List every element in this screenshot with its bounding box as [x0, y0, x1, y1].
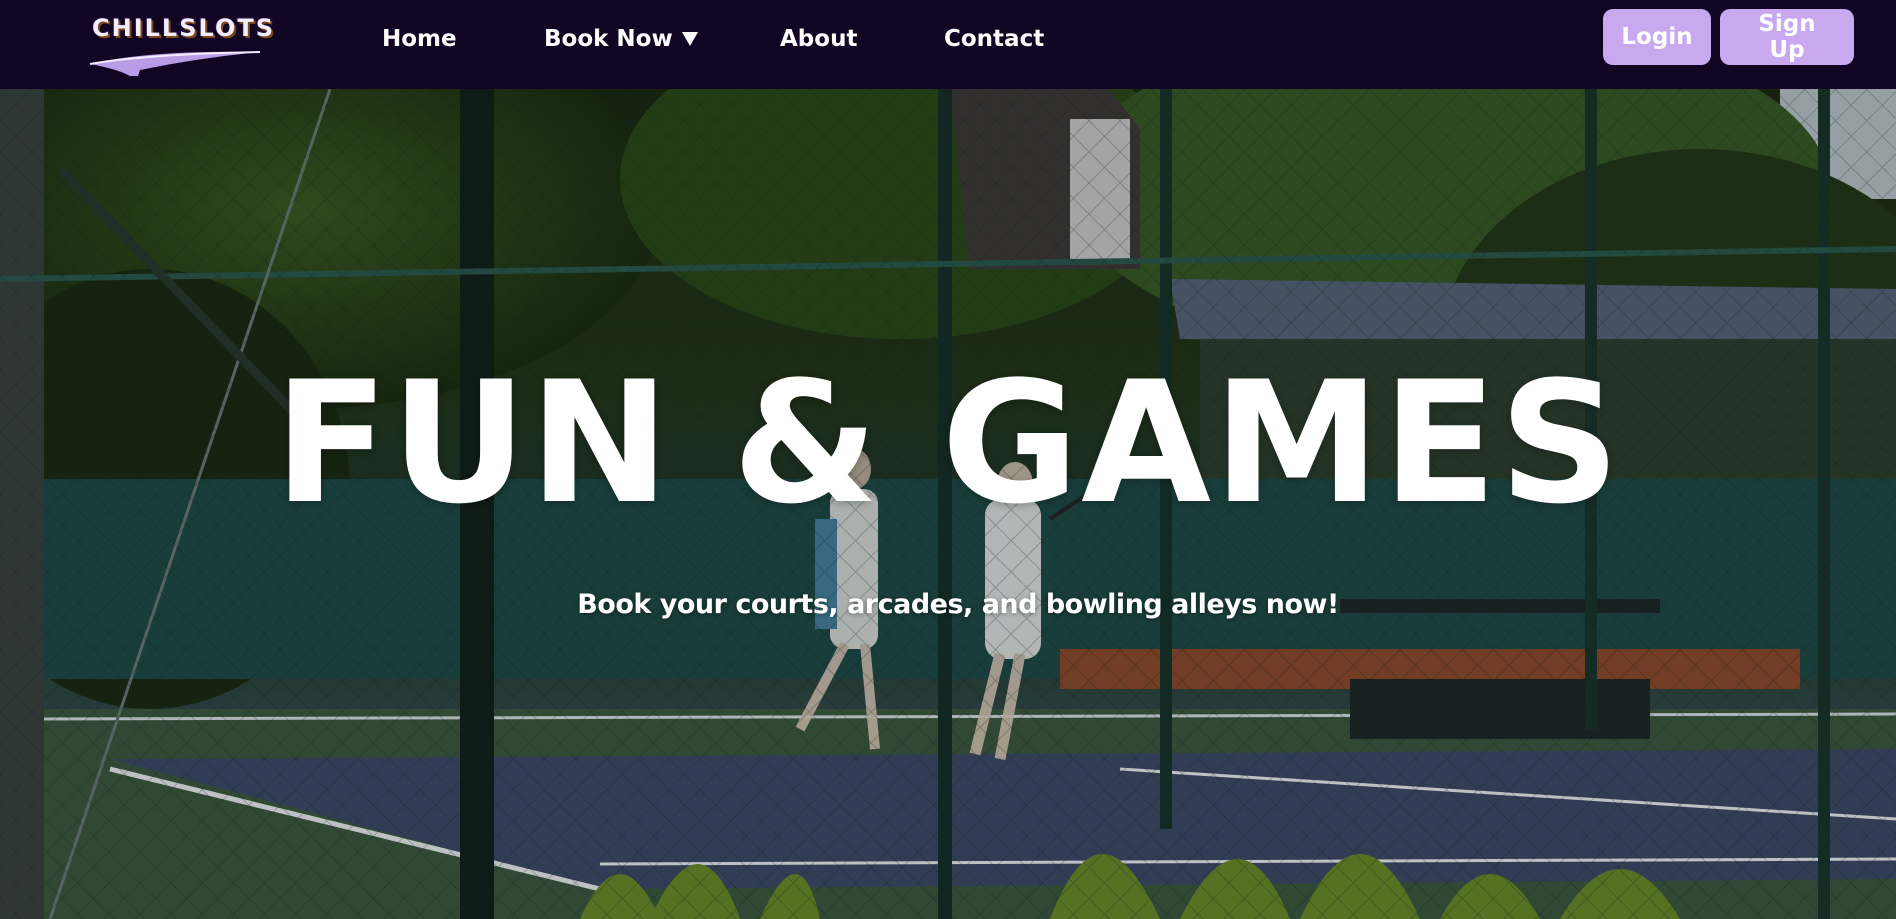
- top-navbar: CHILLSLOTS Home Book Now About Contact L…: [0, 0, 1896, 89]
- nav-book-now-dropdown[interactable]: Book Now: [544, 26, 699, 52]
- logo-text: CHILLSLOTS: [92, 14, 275, 42]
- caret-down-icon: [681, 31, 698, 46]
- logo-swoosh-icon: [89, 51, 261, 76]
- login-button[interactable]: Login: [1603, 9, 1711, 65]
- nav-about-link[interactable]: About: [780, 26, 857, 52]
- chillslots-logo[interactable]: CHILLSLOTS: [88, 12, 273, 76]
- auth-buttons: Login Sign Up: [1603, 9, 1854, 65]
- nav-contact-link[interactable]: Contact: [944, 26, 1044, 52]
- hero-subtitle: Book your courts, arcades, and bowling a…: [577, 589, 1339, 620]
- signup-button[interactable]: Sign Up: [1720, 9, 1854, 65]
- hero-title: FUN & GAMES: [273, 345, 1623, 541]
- nav-book-now-label: Book Now: [544, 25, 673, 52]
- hero-section: FUN & GAMES Book your courts, arcades, a…: [0, 89, 1896, 919]
- nav-home-link[interactable]: Home: [382, 26, 457, 52]
